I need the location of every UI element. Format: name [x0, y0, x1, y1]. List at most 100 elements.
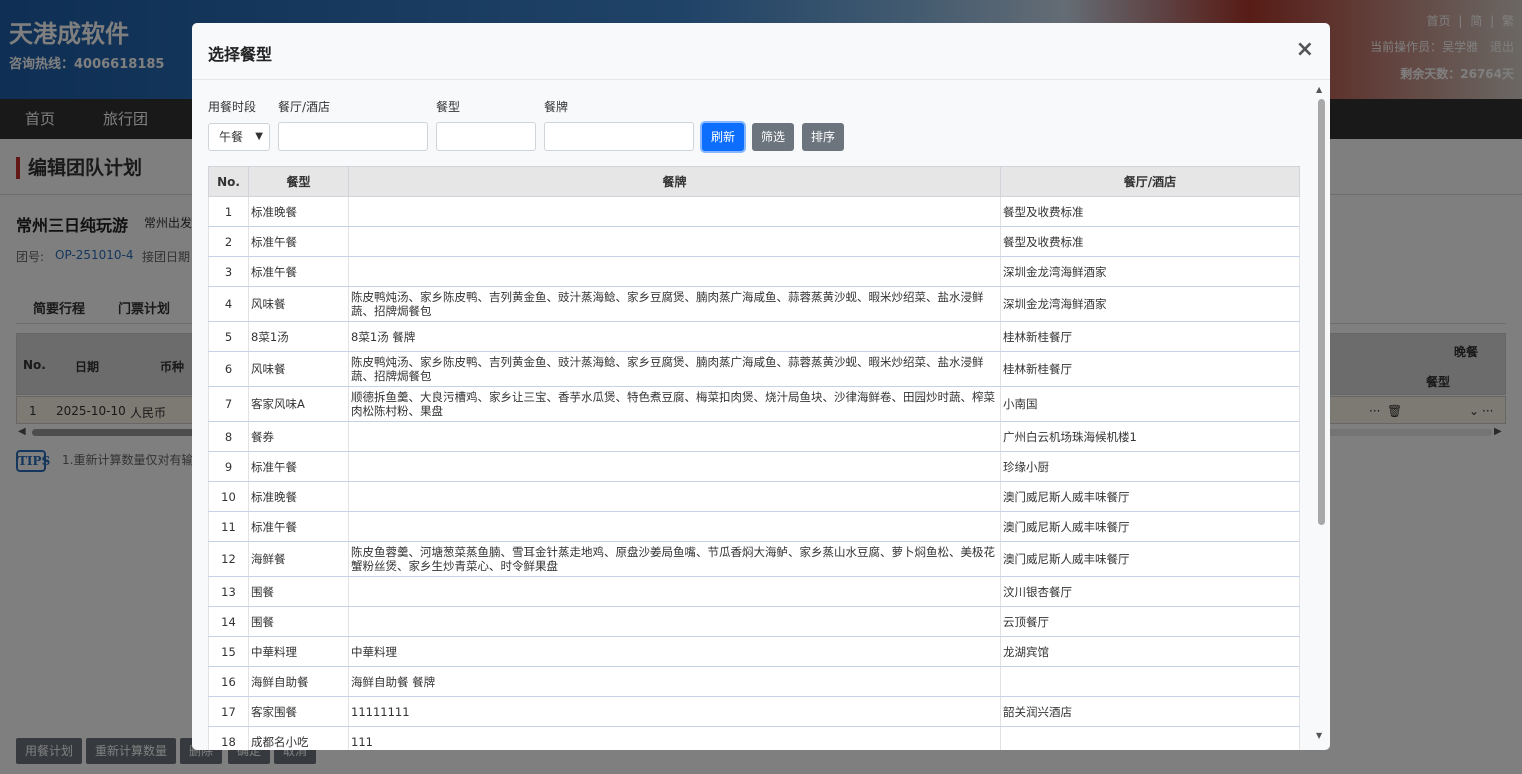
cell-restaurant: [1000, 666, 1300, 697]
sort-button[interactable]: 排序: [802, 123, 844, 151]
cell-restaurant: [1000, 726, 1300, 750]
table-row[interactable]: 17 客家围餐 11111111 韶关润兴酒店: [208, 696, 1300, 727]
cell-meal-type: 中華料理: [248, 636, 349, 667]
cell-restaurant: 汶川银杏餐厅: [1000, 576, 1300, 607]
cell-restaurant: 龙湖宾馆: [1000, 636, 1300, 667]
cell-meal-type: 客家风味A: [248, 386, 349, 422]
table-row[interactable]: 12 海鲜餐 陈皮鱼蓉羹、河塘葱菜蒸鱼腩、雪耳金针蒸走地鸡、原盘沙姜局鱼嘴、节瓜香焖…: [208, 541, 1300, 577]
dialog-body: 用餐时段 餐厅/酒店 餐型 餐牌 午餐 ▼ 刷新 筛选 排序 No. 餐型 餐牌…: [192, 81, 1330, 750]
cell-no: 15: [208, 636, 249, 667]
table-row[interactable]: 14 围餐 云顶餐厅: [208, 606, 1300, 637]
cell-no: 1: [208, 196, 249, 227]
cell-meal-brand: 11111111: [348, 696, 1001, 727]
meal-period-select[interactable]: 午餐 ▼: [208, 123, 270, 151]
scroll-up-icon[interactable]: ▲: [1316, 85, 1322, 94]
cell-meal-brand: [348, 606, 1001, 637]
cell-meal-type: 海鲜餐: [248, 541, 349, 577]
table-row[interactable]: 16 海鲜自助餐 海鲜自助餐 餐牌: [208, 666, 1300, 697]
cell-meal-type: 围餐: [248, 606, 349, 637]
cell-meal-type: 标准午餐: [248, 451, 349, 482]
cell-restaurant: 深圳金龙湾海鲜酒家: [1000, 286, 1300, 322]
cell-no: 14: [208, 606, 249, 637]
cell-no: 3: [208, 256, 249, 287]
table-header-row: No. 餐型 餐牌 餐厅/酒店: [208, 166, 1300, 197]
table-row[interactable]: 15 中華料理 中華料理 龙湖宾馆: [208, 636, 1300, 667]
dialog-header: 选择餐型 ×: [192, 23, 1330, 80]
cell-restaurant: 珍缘小厨: [1000, 451, 1300, 482]
cell-meal-brand: [348, 421, 1001, 452]
col-no: No.: [208, 166, 249, 197]
table-row[interactable]: 3 标准午餐 深圳金龙湾海鲜酒家: [208, 256, 1300, 287]
cell-no: 4: [208, 286, 249, 322]
table-row[interactable]: 18 成都名小吃 111: [208, 726, 1300, 750]
cell-meal-type: 标准午餐: [248, 226, 349, 257]
table-row[interactable]: 13 围餐 汶川银杏餐厅: [208, 576, 1300, 607]
close-icon[interactable]: ×: [1296, 39, 1314, 61]
cell-no: 2: [208, 226, 249, 257]
table-row[interactable]: 8 餐券 广州白云机场珠海候机楼1: [208, 421, 1300, 452]
cell-no: 13: [208, 576, 249, 607]
cell-meal-type: 风味餐: [248, 351, 349, 387]
col-meal-type: 餐型: [248, 166, 349, 197]
col-meal-brand: 餐牌: [348, 166, 1001, 197]
cell-meal-type: 成都名小吃: [248, 726, 349, 750]
chevron-down-icon: ▼: [255, 131, 263, 142]
table-row[interactable]: 6 风味餐 陈皮鸭炖汤、家乡陈皮鸭、吉列黄金鱼、豉汁蒸海鲶、家乡豆腐煲、腩肉蒸广海咸…: [208, 351, 1300, 387]
cell-meal-brand: 海鲜自助餐 餐牌: [348, 666, 1001, 697]
meal-brand-label: 餐牌: [544, 100, 569, 114]
cell-meal-type: 8菜1汤: [248, 321, 349, 352]
cell-restaurant: 小南国: [1000, 386, 1300, 422]
scrollbar-thumb[interactable]: [1318, 99, 1325, 525]
cell-restaurant: 澳门威尼斯人威丰味餐厅: [1000, 511, 1300, 542]
cell-meal-type: 风味餐: [248, 286, 349, 322]
cell-restaurant: 餐型及收费标准: [1000, 226, 1300, 257]
table-row[interactable]: 2 标准午餐 餐型及收费标准: [208, 226, 1300, 257]
meal-brand-input[interactable]: [544, 122, 694, 151]
cell-meal-brand: [348, 256, 1001, 287]
cell-meal-type: 海鲜自助餐: [248, 666, 349, 697]
cell-meal-brand: 8菜1汤 餐牌: [348, 321, 1001, 352]
scroll-down-icon[interactable]: ▼: [1316, 731, 1322, 740]
cell-meal-brand: [348, 196, 1001, 227]
cell-no: 11: [208, 511, 249, 542]
cell-meal-type: 标准晚餐: [248, 196, 349, 227]
meal-period-value: 午餐: [219, 130, 244, 144]
cell-meal-brand: [348, 451, 1001, 482]
cell-meal-brand: 陈皮鸭炖汤、家乡陈皮鸭、吉列黄金鱼、豉汁蒸海鲶、家乡豆腐煲、腩肉蒸广海咸鱼、蒜蓉…: [348, 351, 1001, 387]
cell-meal-brand: [348, 511, 1001, 542]
cell-meal-brand: 顺德拆鱼羹、大良污槽鸡、家乡让三宝、香芋水瓜煲、特色煮豆腐、梅菜扣肉煲、烧汁局鱼…: [348, 386, 1001, 422]
cell-meal-brand: 111: [348, 726, 1001, 750]
table-row[interactable]: 10 标准晚餐 澳门威尼斯人威丰味餐厅: [208, 481, 1300, 512]
col-restaurant: 餐厅/酒店: [1000, 166, 1300, 197]
cell-meal-brand: 中華料理: [348, 636, 1001, 667]
refresh-button[interactable]: 刷新: [702, 123, 744, 151]
cell-no: 18: [208, 726, 249, 750]
cell-meal-type: 标准午餐: [248, 256, 349, 287]
cell-meal-brand: [348, 576, 1001, 607]
table-row[interactable]: 11 标准午餐 澳门威尼斯人威丰味餐厅: [208, 511, 1300, 542]
cell-meal-type: 客家围餐: [248, 696, 349, 727]
meal-type-input[interactable]: [436, 122, 536, 151]
cell-restaurant: 广州白云机场珠海候机楼1: [1000, 421, 1300, 452]
cell-restaurant: 桂林新桂餐厅: [1000, 321, 1300, 352]
cell-restaurant: 云顶餐厅: [1000, 606, 1300, 637]
cell-no: 16: [208, 666, 249, 697]
cell-no: 8: [208, 421, 249, 452]
period-label: 用餐时段: [208, 100, 257, 114]
table-row[interactable]: 9 标准午餐 珍缘小厨: [208, 451, 1300, 482]
cell-restaurant: 澳门威尼斯人威丰味餐厅: [1000, 481, 1300, 512]
table-row[interactable]: 5 8菜1汤 8菜1汤 餐牌 桂林新桂餐厅: [208, 321, 1300, 352]
meal-table: No. 餐型 餐牌 餐厅/酒店 1 标准晚餐 餐型及收费标准 2 标准午餐 餐型及收费标准…: [208, 166, 1300, 750]
vertical-scrollbar[interactable]: ▲ ▼: [1316, 85, 1326, 745]
cell-restaurant: 韶关润兴酒店: [1000, 696, 1300, 727]
cell-no: 12: [208, 541, 249, 577]
cell-meal-type: 餐券: [248, 421, 349, 452]
table-row[interactable]: 1 标准晚餐 餐型及收费标准: [208, 196, 1300, 227]
cell-meal-brand: [348, 226, 1001, 257]
cell-restaurant: 澳门威尼斯人威丰味餐厅: [1000, 541, 1300, 577]
table-row[interactable]: 4 风味餐 陈皮鸭炖汤、家乡陈皮鸭、吉列黄金鱼、豉汁蒸海鲶、家乡豆腐煲、腩肉蒸广海咸…: [208, 286, 1300, 322]
table-row[interactable]: 7 客家风味A 顺德拆鱼羹、大良污槽鸡、家乡让三宝、香芋水瓜煲、特色煮豆腐、梅菜扣肉…: [208, 386, 1300, 422]
restaurant-input[interactable]: [278, 122, 428, 151]
cell-meal-type: 标准午餐: [248, 511, 349, 542]
filter-button[interactable]: 筛选: [752, 123, 794, 151]
